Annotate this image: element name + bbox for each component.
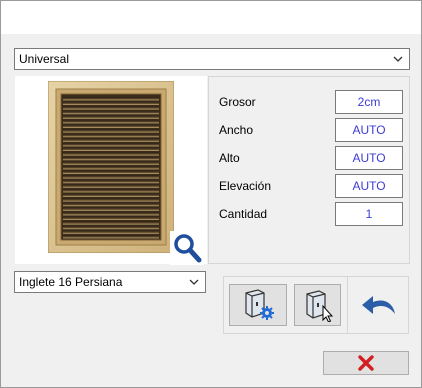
red-x-icon <box>358 355 374 371</box>
elevacion-field[interactable]: AUTO <box>335 174 403 198</box>
insert-door-button[interactable] <box>294 284 341 326</box>
zoom-button[interactable] <box>170 231 204 265</box>
prop-row-alto: Alto AUTO <box>219 146 405 170</box>
louvered-door-icon <box>48 81 174 253</box>
prop-label: Ancho <box>219 123 254 137</box>
prop-row-cantidad: Cantidad 1 <box>219 202 405 226</box>
configure-door-button[interactable] <box>229 284 287 326</box>
undo-arrow-icon <box>362 296 395 314</box>
prop-label: Cantidad <box>219 207 268 221</box>
prop-label: Alto <box>219 151 240 165</box>
prop-label: Grosor <box>219 95 256 109</box>
magnifier-icon <box>174 234 202 263</box>
door-insert-icon <box>305 290 333 322</box>
properties-panel: Grosor 2cm Ancho AUTO Alto AUTO Elevació… <box>208 76 410 264</box>
model-select[interactable]: Inglete 16 Persiana <box>14 271 206 293</box>
ancho-field[interactable]: AUTO <box>335 118 403 142</box>
alto-field[interactable]: AUTO <box>335 146 403 170</box>
door-dialog: Universal Grosor 2cm Ancho AUTO Alto AUT… <box>0 0 422 388</box>
toolbar-separator <box>347 277 348 333</box>
cancel-button[interactable] <box>323 351 409 375</box>
prop-label: Elevación <box>219 179 272 193</box>
grosor-field[interactable]: 2cm <box>335 90 403 114</box>
undo-button[interactable] <box>353 284 405 326</box>
cantidad-field[interactable]: 1 <box>335 202 403 226</box>
style-select-value: Universal <box>19 52 70 66</box>
chevron-down-icon <box>187 275 201 289</box>
door-preview <box>15 76 207 265</box>
prop-row-grosor: Grosor 2cm <box>219 90 405 114</box>
style-select[interactable]: Universal <box>14 48 410 70</box>
model-select-value: Inglete 16 Persiana <box>19 275 123 289</box>
door-settings-icon <box>245 289 274 320</box>
prop-row-ancho: Ancho AUTO <box>219 118 405 142</box>
title-bar <box>1 1 421 34</box>
chevron-down-icon <box>391 52 405 66</box>
prop-row-elevacion: Elevación AUTO <box>219 174 405 198</box>
